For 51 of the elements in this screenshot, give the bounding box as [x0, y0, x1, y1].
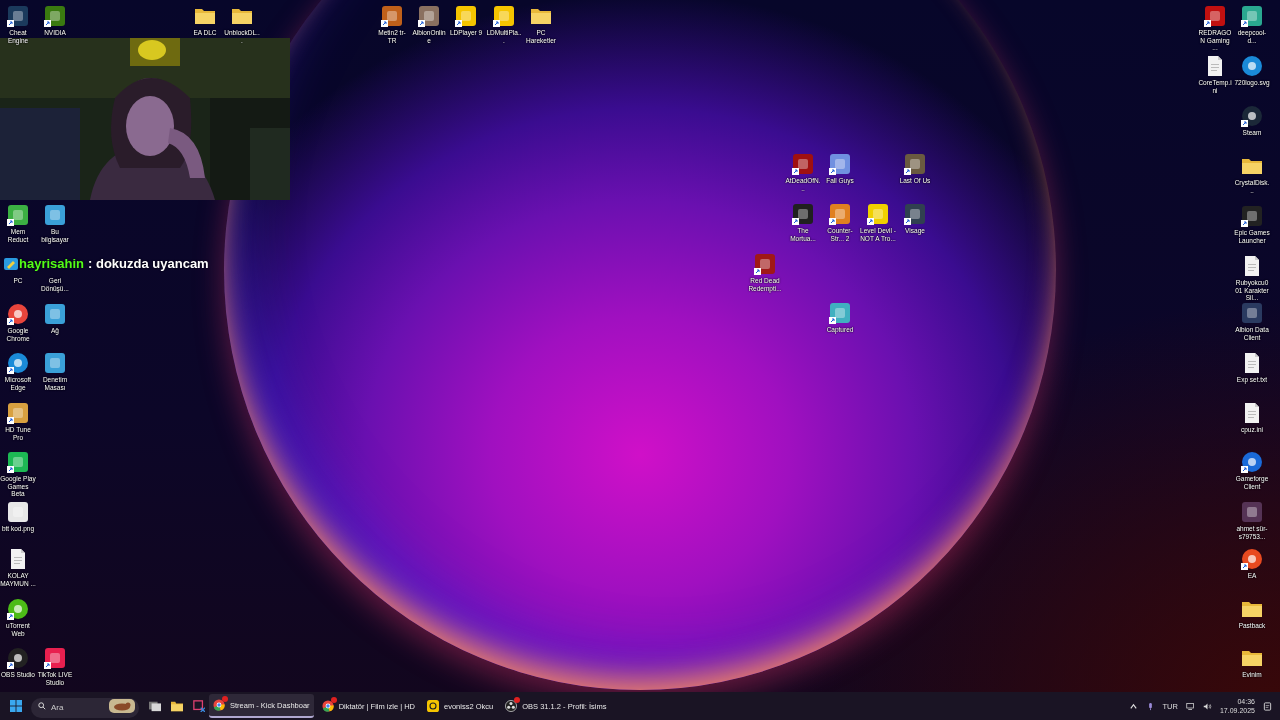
app-icon[interactable]: [1204, 5, 1226, 27]
app-icon[interactable]: [1241, 451, 1263, 473]
search-icon: [38, 702, 46, 710]
app-icon[interactable]: [1241, 105, 1263, 127]
folder-icon[interactable]: [171, 700, 183, 712]
app-icon[interactable]: [1241, 55, 1263, 77]
app-icon[interactable]: [829, 153, 851, 175]
app-icon[interactable]: [1241, 5, 1263, 27]
app-icon[interactable]: [44, 352, 66, 374]
chat-text: : dokuzda uyancam: [88, 256, 209, 271]
notification-icon[interactable]: [1263, 701, 1272, 711]
app-icon[interactable]: [7, 501, 29, 523]
app-icon: [427, 700, 440, 712]
app-icon[interactable]: [44, 204, 66, 226]
emote-icon: [4, 256, 18, 271]
app-icon[interactable]: [7, 5, 29, 27]
app-icon[interactable]: [381, 5, 403, 27]
app-icon[interactable]: [904, 153, 926, 175]
app-icon[interactable]: [829, 203, 851, 225]
search-highlight-icon[interactable]: [109, 699, 135, 713]
app-icon[interactable]: [44, 5, 66, 27]
network-icon[interactable]: [1185, 701, 1195, 711]
app-icon[interactable]: [455, 5, 477, 27]
app-icon[interactable]: [44, 303, 66, 325]
obs-icon: [505, 700, 518, 712]
chrome-icon: [213, 699, 225, 711]
app-icon[interactable]: [7, 451, 29, 473]
app-icon[interactable]: [904, 203, 926, 225]
start-icon[interactable]: [10, 700, 22, 712]
app-icon[interactable]: [493, 5, 515, 27]
snipping-tool-icon[interactable]: [193, 700, 205, 712]
app-icon[interactable]: [44, 647, 66, 669]
app-icon[interactable]: [418, 5, 440, 27]
app-icon[interactable]: [829, 302, 851, 324]
app-icon[interactable]: [7, 598, 29, 620]
chrome-icon: [321, 700, 334, 712]
app-icon[interactable]: [792, 203, 814, 225]
app-icon[interactable]: [792, 153, 814, 175]
app-icon[interactable]: [1241, 205, 1263, 227]
chevron-up-icon[interactable]: [1128, 701, 1138, 711]
chat-username: hayrisahin: [19, 256, 85, 271]
app-icon[interactable]: [7, 303, 29, 325]
task-view-icon[interactable]: [149, 700, 161, 712]
app-icon[interactable]: [7, 352, 29, 374]
volume-icon[interactable]: [1202, 701, 1212, 711]
app-icon[interactable]: [754, 253, 776, 275]
app-icon[interactable]: [7, 204, 29, 226]
app-icon[interactable]: [1241, 548, 1263, 570]
app-icon[interactable]: [867, 203, 889, 225]
app-icon[interactable]: [7, 402, 29, 424]
app-icon[interactable]: [7, 647, 29, 669]
